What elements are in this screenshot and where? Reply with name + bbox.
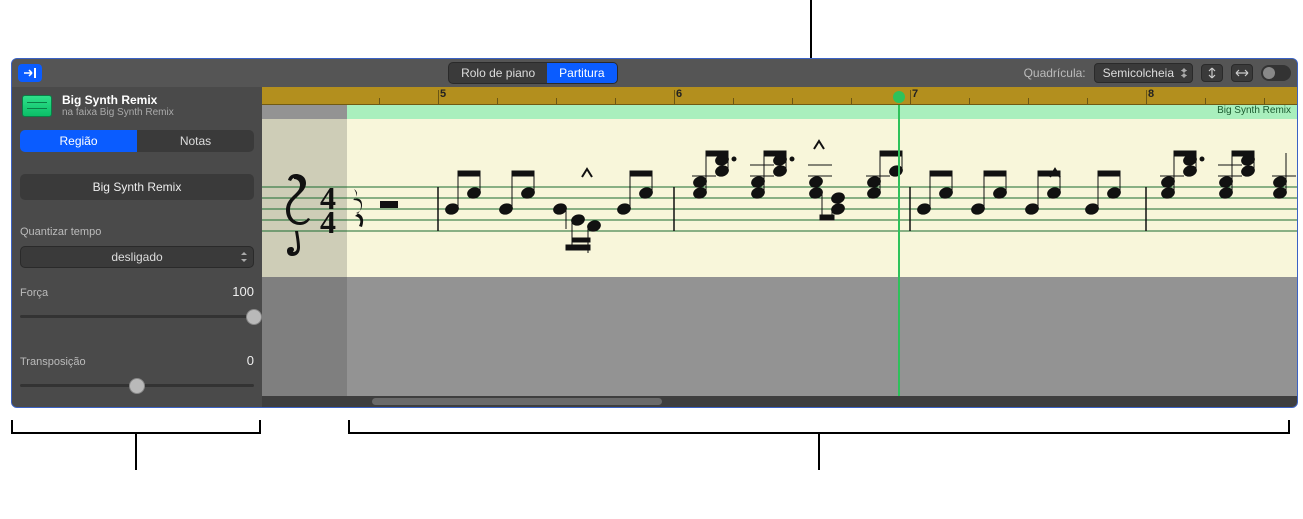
vzoom-icon: [1206, 67, 1218, 79]
treble-clef-icon: [286, 174, 310, 256]
view-mode-segmented: Rolo de piano Partitura: [448, 62, 617, 84]
notation-svg: 4 4: [262, 119, 1297, 277]
track-instrument-icon: [22, 95, 52, 117]
strength-value: 100: [232, 284, 254, 299]
horizontal-auto-zoom-button[interactable]: [1231, 64, 1253, 82]
callout-brackets: [0, 420, 1303, 480]
transpose-slider[interactable]: [20, 376, 254, 396]
grid-label: Quadrícula:: [1024, 66, 1086, 80]
inspector-tab-notes[interactable]: Notas: [137, 130, 254, 152]
bar-ruler[interactable]: 5 6 7 8: [262, 87, 1297, 105]
svg-text:4: 4: [320, 204, 336, 240]
vertical-zoom-fit-button[interactable]: [1201, 64, 1223, 82]
track-header: Big Synth Remix na faixa Big Synth Remix: [20, 87, 254, 122]
transpose-value: 0: [247, 353, 254, 368]
horizontal-scrollbar-thumb[interactable]: [372, 398, 662, 405]
midi-in-switch[interactable]: [1261, 65, 1291, 81]
score-below-area: [262, 277, 1297, 396]
tab-score[interactable]: Partitura: [547, 63, 616, 83]
rests: [353, 189, 398, 227]
inspector-tabs: Região Notas: [20, 130, 254, 152]
tab-piano-roll[interactable]: Rolo de piano: [449, 63, 547, 83]
catch-icon: [23, 67, 37, 79]
transpose-label: Transposição: [20, 356, 86, 368]
bar-number: 5: [440, 88, 446, 100]
playhead-marker-icon: [893, 91, 905, 103]
inspector-panel: Big Synth Remix na faixa Big Synth Remix…: [12, 87, 262, 407]
quantize-time-label: Quantizar tempo: [20, 226, 254, 238]
region-lane-name: Big Synth Remix: [1217, 105, 1291, 116]
bar-number: 6: [676, 88, 682, 100]
grid-select[interactable]: Semicolcheia: [1094, 63, 1193, 83]
bar-number: 7: [912, 88, 918, 100]
score-display[interactable]: 5 6 7 8: [262, 87, 1297, 407]
hzoom-icon: [1235, 68, 1249, 78]
bar-number: 8: [1148, 88, 1154, 100]
track-subtitle: na faixa Big Synth Remix: [62, 107, 174, 118]
catch-playhead-button[interactable]: [18, 64, 42, 82]
editor-body: Big Synth Remix na faixa Big Synth Remix…: [12, 87, 1297, 407]
quantize-time-value: desligado: [111, 250, 162, 264]
horizontal-scrollbar[interactable]: [262, 396, 1297, 407]
playhead[interactable]: [898, 105, 900, 396]
track-title: Big Synth Remix: [62, 93, 174, 107]
time-signature: 4 4: [320, 180, 336, 240]
callout-leader-top: [810, 0, 812, 58]
strength-label: Força: [20, 287, 48, 299]
editor-toolbar: Rolo de piano Partitura Quadrícula: Semi…: [12, 59, 1297, 87]
region-lane[interactable]: Big Synth Remix: [347, 105, 1297, 119]
quantize-time-select[interactable]: desligado: [20, 246, 254, 268]
score-editor-panel: Rolo de piano Partitura Quadrícula: Semi…: [11, 58, 1298, 408]
grid-value: Semicolcheia: [1103, 66, 1174, 80]
strength-slider[interactable]: [20, 307, 254, 327]
region-name-button[interactable]: Big Synth Remix: [20, 174, 254, 200]
inspector-tab-region[interactable]: Região: [20, 130, 137, 152]
